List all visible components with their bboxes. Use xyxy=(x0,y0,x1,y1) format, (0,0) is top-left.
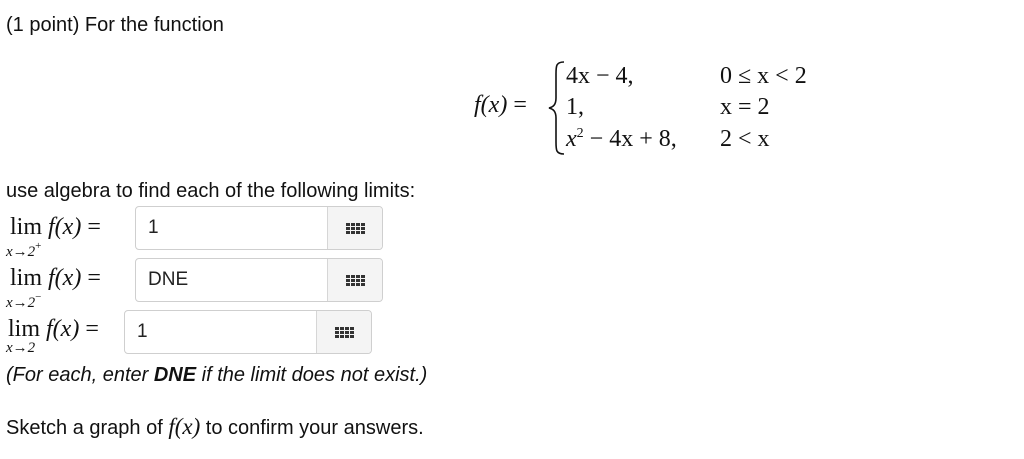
limit-2-label: lim f(x) = xyxy=(10,265,101,291)
function-equals: = xyxy=(513,92,527,118)
piece-1-condition: 0 ≤ x < 2 xyxy=(720,63,807,89)
piece-3-expression: x2 − 4x + 8, xyxy=(566,126,677,152)
piece-2-expression: 1, xyxy=(566,94,584,120)
function-definition: f(x) = xyxy=(474,92,527,119)
limit-2-answer-value[interactable]: DNE xyxy=(136,269,327,291)
left-brace-icon xyxy=(548,61,565,155)
equation-palette-icon xyxy=(345,274,365,286)
limit-1-palette-button[interactable] xyxy=(327,207,382,249)
function-name: f(x) xyxy=(474,92,508,118)
limit-2-approach: x→2− xyxy=(6,291,42,311)
limit-3-answer-value[interactable]: 1 xyxy=(125,321,316,343)
limit-3-answer-field[interactable]: 1 xyxy=(124,310,372,354)
limit-3-label: lim f(x) = xyxy=(8,316,99,342)
dne-note: (For each, enter DNE if the limit does n… xyxy=(6,364,428,386)
limit-2-answer-field[interactable]: DNE xyxy=(135,258,383,302)
limit-3-palette-button[interactable] xyxy=(316,311,371,353)
instruction-text: use algebra to find each of the followin… xyxy=(6,180,416,202)
piece-3-condition: 2 < x xyxy=(720,126,770,152)
equation-palette-icon xyxy=(334,326,354,338)
sketch-instruction: Sketch a graph of f(x) to confirm your a… xyxy=(6,414,424,439)
limit-3-approach: x→2 xyxy=(6,340,36,356)
piece-2-condition: x = 2 xyxy=(720,94,770,120)
piece-1-expression: 4x − 4, xyxy=(566,63,634,89)
limit-2-palette-button[interactable] xyxy=(327,259,382,301)
equation-palette-icon xyxy=(345,222,365,234)
limit-1-approach: x→2+ xyxy=(6,240,42,260)
limit-1-label: lim f(x) = xyxy=(10,214,101,240)
limit-1-answer-field[interactable]: 1 xyxy=(135,206,383,250)
problem-header: (1 point) For the function xyxy=(6,14,224,36)
dne-keyword: DNE xyxy=(153,364,197,386)
limit-1-answer-value[interactable]: 1 xyxy=(136,217,327,239)
